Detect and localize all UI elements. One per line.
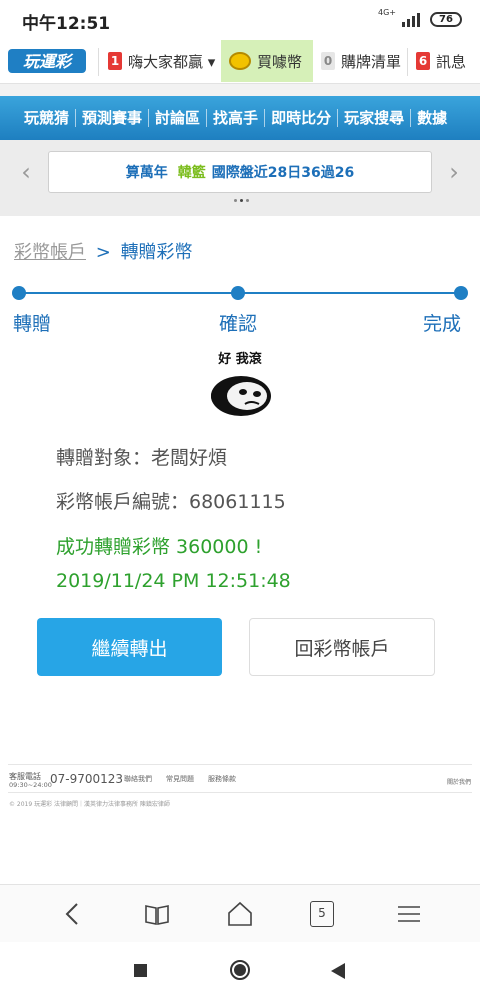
sticker-image: 好 我滾 — [205, 348, 275, 422]
bookmarks-icon[interactable] — [142, 899, 172, 929]
battery-icon: 76 — [430, 12, 462, 27]
back-triangle-icon[interactable] — [330, 962, 346, 980]
menu-item-player-search[interactable]: 玩家搜尋 — [338, 109, 412, 127]
back-to-account-button[interactable]: 回彩幣帳戶 — [249, 618, 435, 676]
recipient-text: 轉贈對象：老闆好煩 — [56, 447, 228, 469]
step-dot — [12, 286, 26, 300]
chevron-right-icon[interactable]: › — [444, 160, 464, 184]
menu-item-experts[interactable]: 找高手 — [207, 109, 266, 127]
user-menu[interactable]: 1 嗨大家都贏 ▾ — [108, 40, 215, 82]
menu-item-forum[interactable]: 討論區 — [149, 109, 208, 127]
success-message: 成功轉贈彩幣 360000 ! — [56, 536, 263, 558]
message-count-badge: 6 — [416, 52, 430, 70]
purchase-list-label: 購牌清單 — [341, 52, 402, 71]
username-label: 嗨大家都贏 ▾ — [128, 52, 216, 71]
status-bar: 中午12:51 4G+ 76 — [0, 0, 480, 40]
coin-icon — [229, 52, 251, 70]
system-nav-bar — [0, 942, 480, 1000]
home-button-icon[interactable] — [229, 959, 251, 981]
nav-divider — [98, 48, 99, 76]
carousel-dots — [234, 199, 249, 202]
menu-item-predict[interactable]: 預測賽事 — [76, 109, 150, 127]
sticker-caption: 好 我滾 — [218, 352, 262, 367]
svg-text:玩運彩: 玩運彩 — [23, 52, 74, 71]
chevron-left-icon[interactable]: ‹ — [16, 160, 36, 184]
menu-item-quiz[interactable]: 玩競猜 — [18, 109, 77, 127]
nav-divider — [407, 48, 408, 76]
site-logo[interactable]: 玩運彩 — [8, 46, 88, 76]
buy-coin-button[interactable]: 買噱幣 — [221, 40, 313, 82]
step-dot — [454, 286, 468, 300]
copyright-text: © 2019 玩運彩 法律顧問｜漢英律力法律事務所 陳鎮宏律師 — [9, 801, 170, 808]
messages-label: 訊息 — [436, 52, 467, 71]
menu-icon[interactable] — [394, 899, 424, 929]
menu-item-live-score[interactable]: 即時比分 — [265, 109, 339, 127]
network-type: 4G+ — [378, 8, 396, 17]
signal-icon — [402, 13, 420, 27]
footer-link-about[interactable]: 關於我們 — [447, 777, 471, 786]
transfer-timestamp: 2019/11/24 PM 12:51:48 — [56, 570, 291, 592]
breadcrumb-parent[interactable]: 彩幣帳戶 — [14, 242, 86, 263]
account-number-text: 彩幣帳戶編號：68061115 — [56, 491, 286, 513]
status-time: 中午12:51 — [22, 14, 111, 34]
footer-divider — [8, 764, 472, 765]
home-icon[interactable] — [225, 899, 255, 929]
menu-item-data[interactable]: 數據 — [411, 109, 453, 127]
panda-icon — [211, 376, 271, 416]
footer-link-faq[interactable]: 常見問題 — [166, 774, 194, 784]
service-hours: 09:30~24:00 — [9, 781, 52, 789]
back-arrow-icon[interactable] — [58, 899, 88, 929]
breadcrumb-current: 轉贈彩幣 — [120, 242, 193, 263]
nav-gap — [0, 84, 480, 96]
breadcrumb-separator: > — [95, 242, 111, 263]
continue-transfer-button[interactable]: 繼續轉出 — [37, 618, 222, 676]
buy-coin-label: 買噱幣 — [257, 52, 303, 71]
step-dot — [231, 286, 245, 300]
step-complete: 完成 — [423, 313, 462, 335]
ticker-record: 國際盤近28日36過26 — [211, 165, 355, 181]
messages-link[interactable]: 6 訊息 — [416, 40, 466, 82]
news-ticker: ‹ 算萬年 韓籃 國際盤近28日36過26 › — [0, 140, 480, 216]
tabs-button[interactable]: 5 — [310, 901, 334, 927]
purchase-count-badge: 0 — [321, 52, 335, 70]
footer-divider — [8, 792, 472, 793]
ticker-expert: 算萬年 — [125, 165, 168, 181]
main-menu: 玩競猜 預測賽事 討論區 找高手 即時比分 玩家搜尋 數據 — [0, 96, 480, 140]
step-transfer: 轉贈 — [13, 313, 52, 335]
purchase-list-link[interactable]: 0 購牌清單 — [321, 40, 401, 82]
service-phone[interactable]: 07-9700123 — [50, 772, 123, 786]
step-confirm: 確認 — [219, 313, 258, 335]
top-nav: 玩運彩 1 嗨大家都贏 ▾ 買噱幣 0 購牌清單 6 訊息 — [0, 40, 480, 84]
ticker-league: 韓籃 — [177, 165, 206, 181]
user-level-badge: 1 — [108, 52, 122, 70]
footer-link-terms[interactable]: 服務條款 — [208, 774, 236, 784]
footer-link-contact[interactable]: 聯絡我們 — [124, 774, 152, 784]
breadcrumb: 彩幣帳戶 > 轉贈彩幣 — [14, 238, 193, 264]
recent-apps-icon[interactable] — [134, 964, 147, 977]
browser-toolbar: 5 — [0, 884, 480, 942]
ticker-item[interactable]: 算萬年 韓籃 國際盤近28日36過26 — [48, 151, 432, 193]
